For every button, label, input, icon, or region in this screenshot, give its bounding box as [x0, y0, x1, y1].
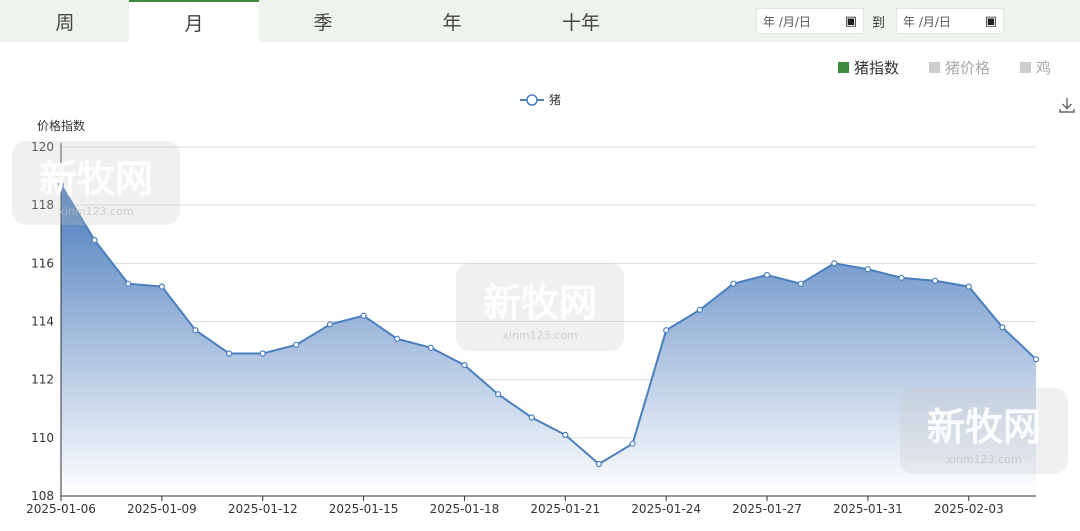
- data-point[interactable]: [562, 431, 569, 438]
- x-tick-label: 2025-01-18: [430, 502, 500, 516]
- y-axis-label: 价格指数: [37, 118, 85, 133]
- legend-label: 猪: [549, 93, 561, 107]
- data-point[interactable]: [898, 274, 905, 281]
- data-point[interactable]: [965, 283, 972, 290]
- data-point[interactable]: [663, 327, 670, 334]
- data-point[interactable]: [797, 280, 804, 287]
- data-point[interactable]: [763, 271, 771, 279]
- x-tick-label: 2025-01-06: [26, 502, 96, 516]
- data-point[interactable]: [595, 460, 603, 468]
- data-point[interactable]: [293, 341, 300, 348]
- data-point[interactable]: [730, 280, 737, 287]
- watermark-logo: 新牧网 xinm123.com: [12, 141, 180, 225]
- y-tick-label: 112: [31, 373, 54, 387]
- x-tick-label: 2025-01-12: [228, 502, 298, 516]
- data-point[interactable]: [91, 237, 98, 244]
- chart-legend[interactable]: 猪: [520, 93, 561, 107]
- watermark-logo: 新牧网 xinm123.com: [900, 388, 1068, 474]
- data-point[interactable]: [192, 327, 199, 334]
- data-point[interactable]: [394, 335, 401, 342]
- y-tick-label: 108: [31, 489, 54, 503]
- watermark-text: 新牧网: [926, 405, 1041, 449]
- y-tick-label: 110: [31, 431, 54, 445]
- x-tick-label: 2025-02-03: [934, 502, 1004, 516]
- watermark-sub: xinm123.com: [946, 453, 1022, 466]
- watermark-text: 新牧网: [482, 281, 597, 325]
- data-point[interactable]: [326, 321, 334, 328]
- data-point[interactable]: [629, 440, 636, 447]
- x-tick-labels: 2025-01-06 2025-01-09 2025-01-12 2025-01-15…: [26, 502, 1004, 516]
- data-point[interactable]: [158, 283, 165, 290]
- data-point[interactable]: [461, 362, 468, 369]
- watermark-sub: xinm123.com: [58, 205, 134, 218]
- data-point[interactable]: [999, 324, 1006, 331]
- data-point[interactable]: [931, 277, 939, 284]
- data-point[interactable]: [259, 350, 266, 357]
- x-tick-label: 2025-01-21: [530, 502, 600, 516]
- x-tick-label: 2025-01-31: [833, 502, 903, 516]
- data-point[interactable]: [360, 312, 367, 319]
- x-tick-label: 2025-01-24: [631, 502, 701, 516]
- legend-marker: [526, 94, 538, 106]
- data-point[interactable]: [1032, 356, 1040, 363]
- data-point[interactable]: [125, 280, 132, 287]
- x-tick-label: 2025-01-09: [127, 502, 197, 516]
- watermark-sub: xinm123.com: [502, 329, 578, 342]
- watermark-text: 新牧网: [38, 157, 153, 201]
- data-point[interactable]: [831, 260, 838, 267]
- data-point[interactable]: [226, 350, 233, 357]
- data-point[interactable]: [528, 414, 535, 421]
- data-point[interactable]: [427, 344, 434, 351]
- data-point[interactable]: [495, 391, 502, 398]
- watermark-logo: 新牧网 xinm123.com: [456, 263, 624, 351]
- data-point[interactable]: [696, 306, 703, 313]
- x-tick-label: 2025-01-27: [732, 502, 802, 516]
- data-point[interactable]: [864, 266, 872, 273]
- y-tick-label: 116: [31, 256, 54, 270]
- x-tick-label: 2025-01-15: [329, 502, 399, 516]
- y-tick-label: 114: [31, 315, 54, 329]
